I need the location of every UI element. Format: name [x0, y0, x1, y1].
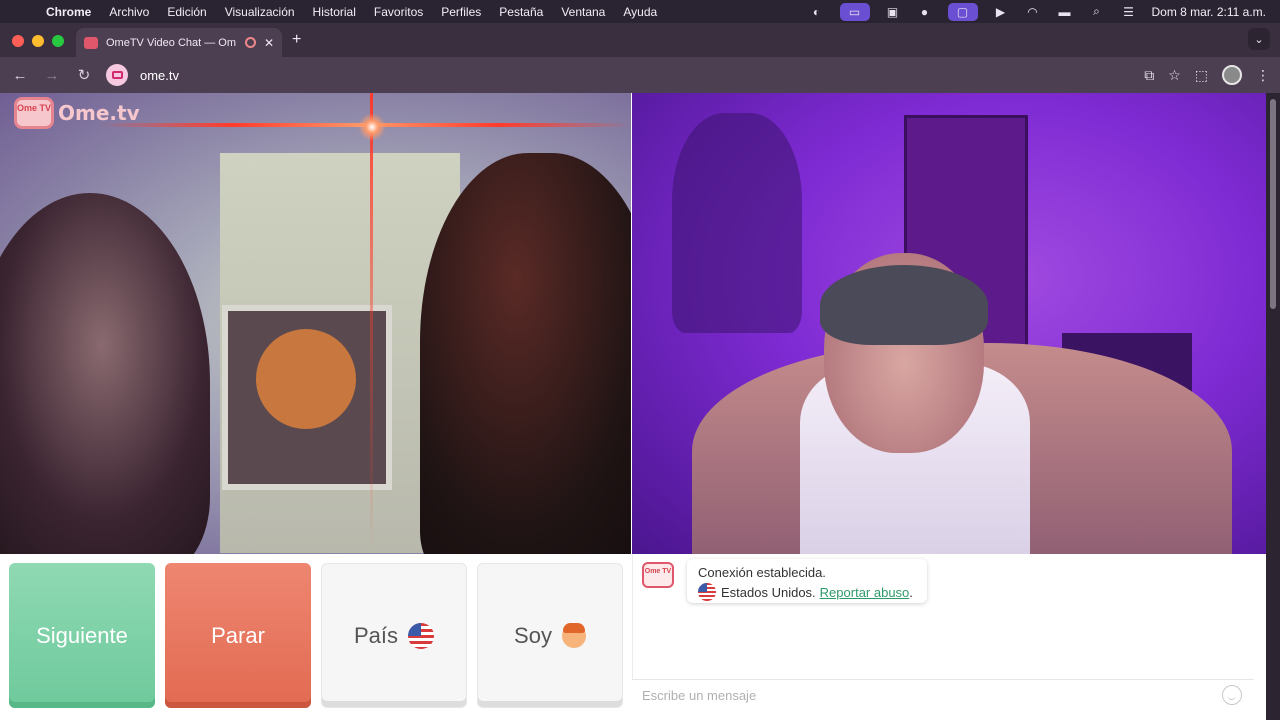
connection-status-text: Conexión establecida.: [698, 565, 826, 580]
tab-search-chevron-icon[interactable]: ⌄: [1248, 28, 1270, 50]
menu-perfiles[interactable]: Perfiles: [441, 5, 481, 19]
emoji-picker-icon[interactable]: [1222, 685, 1242, 705]
menu-visualizacion[interactable]: Visualización: [225, 5, 295, 19]
wall-poster: [222, 305, 392, 490]
partner-country-text: Estados Unidos.: [721, 584, 816, 600]
menubar-clock[interactable]: Dom 8 mar. 2:11 a.m.: [1152, 5, 1267, 19]
logo-wordmark: Ome.tv: [58, 101, 140, 125]
local-person-right: [420, 153, 631, 554]
sync-icon[interactable]: ◐: [808, 5, 826, 19]
country-label: País: [353, 622, 399, 648]
tab-ometv[interactable]: OmeTV Video Chat — Om ✕: [76, 28, 282, 57]
window-minimize-button[interactable]: [32, 35, 44, 47]
new-tab-button[interactable]: +: [292, 31, 301, 49]
menu-archivo[interactable]: Archivo: [109, 5, 149, 19]
back-button[interactable]: ←: [10, 67, 30, 84]
ometv-favicon-icon: [84, 36, 98, 49]
url-text[interactable]: ome.tv: [140, 68, 179, 83]
gender-select-button[interactable]: Soy: [477, 563, 623, 708]
bookmark-star-icon[interactable]: ☆: [1168, 67, 1181, 84]
menu-ayuda[interactable]: Ayuda: [623, 5, 657, 19]
report-abuse-link[interactable]: Reportar abuso: [820, 585, 910, 600]
us-flag-small-icon: [698, 583, 716, 601]
message-input[interactable]: [632, 687, 1222, 703]
display-icon[interactable]: ▣: [884, 5, 902, 19]
play-icon[interactable]: ▶: [992, 5, 1010, 19]
stop-button[interactable]: Parar: [165, 563, 311, 708]
user-icon[interactable]: ●: [916, 5, 934, 19]
next-button[interactable]: Siguiente: [9, 563, 155, 708]
scrollbar-thumb[interactable]: [1270, 99, 1276, 309]
system-message-bubble: Conexión establecida. Estados Unidos. Re…: [687, 559, 927, 603]
ometv-page: Ome TV Ome.tv Siguiente Parar País Soy O…: [0, 93, 1266, 720]
next-label: Siguiente: [36, 622, 128, 648]
page-scrollbar[interactable]: [1266, 93, 1280, 720]
report-suffix: .: [909, 584, 913, 600]
recording-indicator-icon: [244, 37, 256, 48]
window-icon[interactable]: ▢: [947, 2, 978, 21]
macos-menu-bar: Chrome Archivo Edición Visualización His…: [0, 0, 1280, 23]
cast-icon[interactable]: ⧉: [1144, 67, 1154, 84]
wifi-icon[interactable]: ◠: [1024, 5, 1042, 19]
menu-edicion[interactable]: Edición: [167, 5, 206, 19]
site-camera-icon[interactable]: [106, 64, 128, 86]
wall-shadow: [672, 113, 802, 333]
control-center-icon[interactable]: ☰: [1120, 5, 1138, 19]
light-flare-vertical: [370, 93, 373, 554]
menu-ventana[interactable]: Ventana: [561, 5, 605, 19]
browser-toolbar: ← → ↻ ome.tv ⧉ ☆ ⬚ ⋮: [0, 57, 1280, 93]
window-zoom-button[interactable]: [52, 35, 64, 47]
ometv-bot-avatar-icon: Ome TV: [642, 562, 674, 588]
screen-share-icon[interactable]: ▭: [839, 2, 870, 21]
country-filter-button[interactable]: País: [321, 563, 467, 708]
gender-label: Soy: [514, 622, 552, 648]
menu-historial[interactable]: Historial: [313, 5, 356, 19]
battery-icon[interactable]: ▬: [1056, 5, 1074, 19]
chrome-menu-icon[interactable]: ⋮: [1256, 67, 1270, 84]
boy-emoji-icon: [561, 622, 586, 648]
local-person-left: [0, 193, 210, 554]
local-video-feed: Ome TV Ome.tv: [0, 93, 631, 554]
menu-favoritos[interactable]: Favoritos: [374, 5, 423, 19]
menu-pestana[interactable]: Pestaña: [499, 5, 543, 19]
toolbar-actions: ⧉ ☆ ⬚ ⋮: [1144, 57, 1270, 93]
remote-video-feed: [632, 93, 1266, 554]
menubar-status-area: ◐ ▭ ▣ ● ▢ ▶ ◠ ▬ ⌕ ☰ Dom 8 mar. 2:11 a.m.: [808, 0, 1267, 23]
reload-button[interactable]: ↻: [74, 66, 94, 84]
forward-button[interactable]: →: [42, 67, 62, 84]
profile-avatar[interactable]: [1222, 65, 1242, 85]
stop-label: Parar: [211, 622, 265, 648]
logo-tv-icon: Ome TV: [14, 97, 54, 129]
light-flare-source: [358, 113, 386, 141]
browser-tab-strip: OmeTV Video Chat — Om ✕ + ⌄: [0, 23, 1280, 57]
ometv-logo[interactable]: Ome TV Ome.tv: [14, 97, 140, 129]
message-input-bar: [632, 679, 1254, 710]
us-flag-icon: [408, 622, 435, 649]
spotlight-search-icon[interactable]: ⌕: [1088, 4, 1106, 19]
remote-person-cap: [820, 265, 988, 345]
tab-title: OmeTV Video Chat — Om: [106, 36, 237, 49]
menu-app-name[interactable]: Chrome: [46, 5, 91, 19]
window-close-button[interactable]: [12, 35, 24, 47]
tab-close-icon[interactable]: ✕: [264, 36, 274, 50]
extensions-icon[interactable]: ⬚: [1195, 67, 1208, 84]
address-bar[interactable]: ome.tv: [106, 62, 1156, 88]
chat-controls: Siguiente Parar País Soy: [0, 554, 632, 720]
